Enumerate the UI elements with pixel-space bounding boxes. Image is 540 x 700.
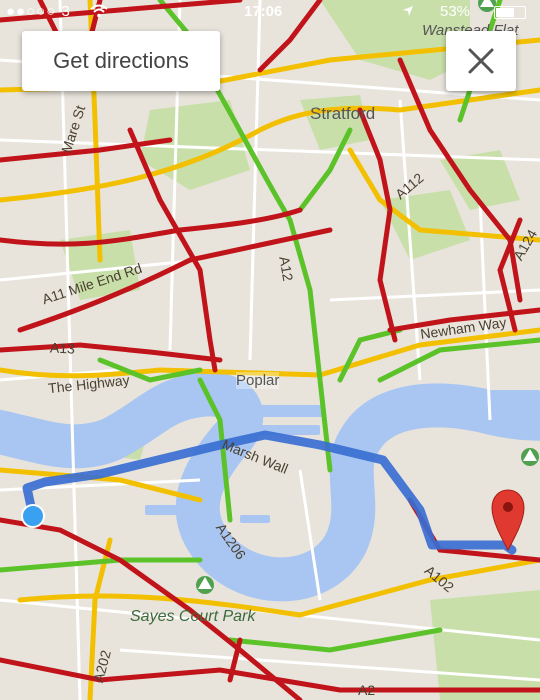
place-label-sayes-court-park: Sayes Court Park xyxy=(130,608,256,625)
location-arrow-icon xyxy=(403,6,413,16)
battery-percent: 53% xyxy=(440,3,471,20)
wifi-icon xyxy=(90,4,108,18)
place-label-stratford: Stratford xyxy=(310,104,376,123)
status-time: 17:06 xyxy=(244,3,283,20)
close-icon xyxy=(468,48,494,74)
road-label-a2: A2 xyxy=(358,682,376,698)
map-view[interactable]: Stratford Poplar Sayes Court Park Wanste… xyxy=(0,0,540,700)
battery-icon xyxy=(494,6,526,19)
get-directions-button[interactable]: Get directions xyxy=(22,31,220,91)
carrier-signal: ●●○○○ 3 xyxy=(6,3,71,20)
my-location-dot-icon xyxy=(21,504,45,528)
road-label-a13: A13 xyxy=(49,339,76,357)
status-bar: ●●○○○ 3 17:06 53% xyxy=(0,0,540,22)
close-button[interactable] xyxy=(446,31,516,91)
place-label-poplar: Poplar xyxy=(236,372,280,389)
